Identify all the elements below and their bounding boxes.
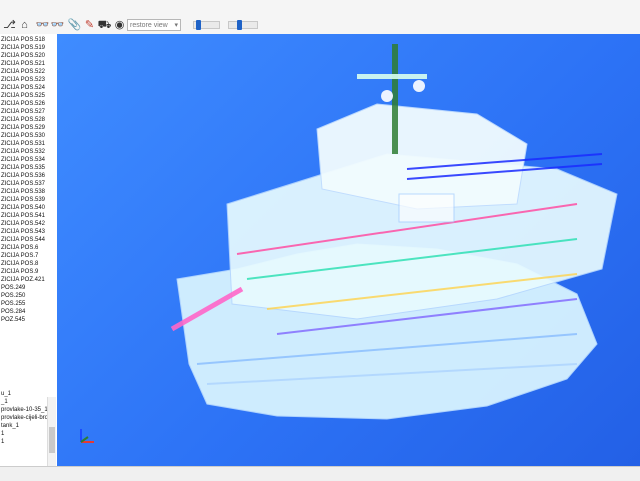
mast <box>392 44 398 154</box>
tree-item[interactable]: provlake-cijeli-bro <box>1 415 48 422</box>
tree-item[interactable]: ZICIJA POS.520 <box>1 53 45 60</box>
tree-item[interactable]: ZICIJA POS.521 <box>1 61 45 68</box>
tree-item[interactable]: ZICIJA POS.538 <box>1 189 45 196</box>
tree-item[interactable]: ZICIJA POS.531 <box>1 141 45 148</box>
tree-item[interactable]: ZICIJA POS.523 <box>1 77 45 84</box>
bow-panel <box>398 193 455 223</box>
tree-item[interactable]: ZICIJA POS.537 <box>1 181 45 188</box>
tree-item[interactable]: ZICIJA POS.527 <box>1 109 45 116</box>
tree-item[interactable]: ZICIJA POS.539 <box>1 197 45 204</box>
pen-icon[interactable]: ✎ <box>83 19 96 32</box>
axis-gizmo <box>80 429 94 443</box>
ship-model-render <box>170 44 618 420</box>
slider-1-knob[interactable] <box>196 20 201 30</box>
tree-item[interactable]: _1 <box>1 399 8 406</box>
tree-item[interactable]: ZICIJA POS.518 <box>1 37 45 44</box>
tree-item[interactable]: ZICIJA POS.529 <box>1 125 45 132</box>
tree-item[interactable]: ZICIJA POS.542 <box>1 221 45 228</box>
tree-item[interactable]: ZICIJA POS.532 <box>1 149 45 156</box>
toolbar: ⎇ ⌂ 👓 👓 📎 ✎ ⛟ ◉ restore view ▾ <box>0 0 640 35</box>
radar-dome <box>413 80 425 92</box>
tree-item[interactable]: ZICIJA POS.543 <box>1 229 45 236</box>
tree-scrollbar-thumb[interactable] <box>49 427 55 453</box>
slider-2-knob[interactable] <box>237 20 242 30</box>
tree-item[interactable]: 1 <box>1 431 4 438</box>
glasses-alt-icon[interactable]: 👓 <box>51 19 65 32</box>
restore-view-dropdown[interactable]: restore view ▾ <box>127 19 181 31</box>
tree-item[interactable]: ZICIJA POS.525 <box>1 93 45 100</box>
status-bar <box>0 466 640 481</box>
tree-item[interactable]: ZICIJA POS.6 <box>1 245 38 252</box>
tree-item[interactable]: POS.249 <box>1 285 25 292</box>
slider-1[interactable] <box>193 20 220 30</box>
tree-item[interactable]: POZ.545 <box>1 317 25 324</box>
tree-item[interactable]: ZICIJA POS.524 <box>1 85 45 92</box>
tree-scrollbar[interactable] <box>47 397 56 466</box>
3d-viewport[interactable] <box>57 34 640 466</box>
restore-view-label: restore view <box>130 22 168 29</box>
tree-item[interactable]: POS.284 <box>1 309 25 316</box>
globe-icon[interactable]: ◉ <box>113 19 126 32</box>
tree-item[interactable]: POS.250 <box>1 293 25 300</box>
tree-item[interactable]: provlake-10-35_1 <box>1 407 48 414</box>
tree-item[interactable]: ZICIJA POS.7 <box>1 253 38 260</box>
tree-item[interactable]: POS.255 <box>1 301 25 308</box>
tree-item[interactable]: 1 <box>1 439 4 446</box>
chevron-down-icon: ▾ <box>174 22 178 29</box>
tree-item[interactable]: ZICIJA POS.536 <box>1 173 45 180</box>
glasses-icon[interactable]: 👓 <box>36 19 50 32</box>
tree-item[interactable]: ZICIJA POS.534 <box>1 157 45 164</box>
model-tree-panel: ZICIJA POS.518 ZICIJA POS.519 ZICIJA POS… <box>0 34 58 466</box>
tree-item[interactable]: ZICIJA POS.535 <box>1 165 45 172</box>
tree-item[interactable]: ZICIJA POS.522 <box>1 69 45 76</box>
tree-item[interactable]: u_1 <box>1 391 11 398</box>
tree-icon[interactable]: ⎇ <box>3 19 16 32</box>
tree-item[interactable]: ZICIJA POS.530 <box>1 133 45 140</box>
bridge-deck <box>316 103 528 210</box>
tree-item[interactable]: ZICIJA POS.526 <box>1 101 45 108</box>
tree-item[interactable]: ZICIJA POS.528 <box>1 117 45 124</box>
slider-2[interactable] <box>228 20 258 30</box>
tree-item[interactable]: ZICIJA POS.541 <box>1 213 45 220</box>
tree-item[interactable]: ZICIJA POS.9 <box>1 269 38 276</box>
tree-item[interactable]: ZICIJA POZ.421 <box>1 277 45 284</box>
home-icon[interactable]: ⌂ <box>18 19 31 32</box>
tree-item[interactable]: ZICIJA POS.540 <box>1 205 45 212</box>
radar-dome <box>381 90 393 102</box>
tree-item[interactable]: ZICIJA POS.519 <box>1 45 45 52</box>
toolbar-row: ⎇ ⌂ 👓 👓 📎 ✎ ⛟ ◉ restore view ▾ <box>0 18 640 34</box>
tree-item[interactable]: ZICIJA POS.8 <box>1 261 38 268</box>
tree-item[interactable]: tank_1 <box>1 423 19 430</box>
clip-icon[interactable]: 📎 <box>68 19 82 32</box>
cars-icon[interactable]: ⛟ <box>98 19 112 32</box>
mast-crossbar <box>357 74 427 79</box>
tree-item[interactable]: ZICIJA POS.544 <box>1 237 45 244</box>
